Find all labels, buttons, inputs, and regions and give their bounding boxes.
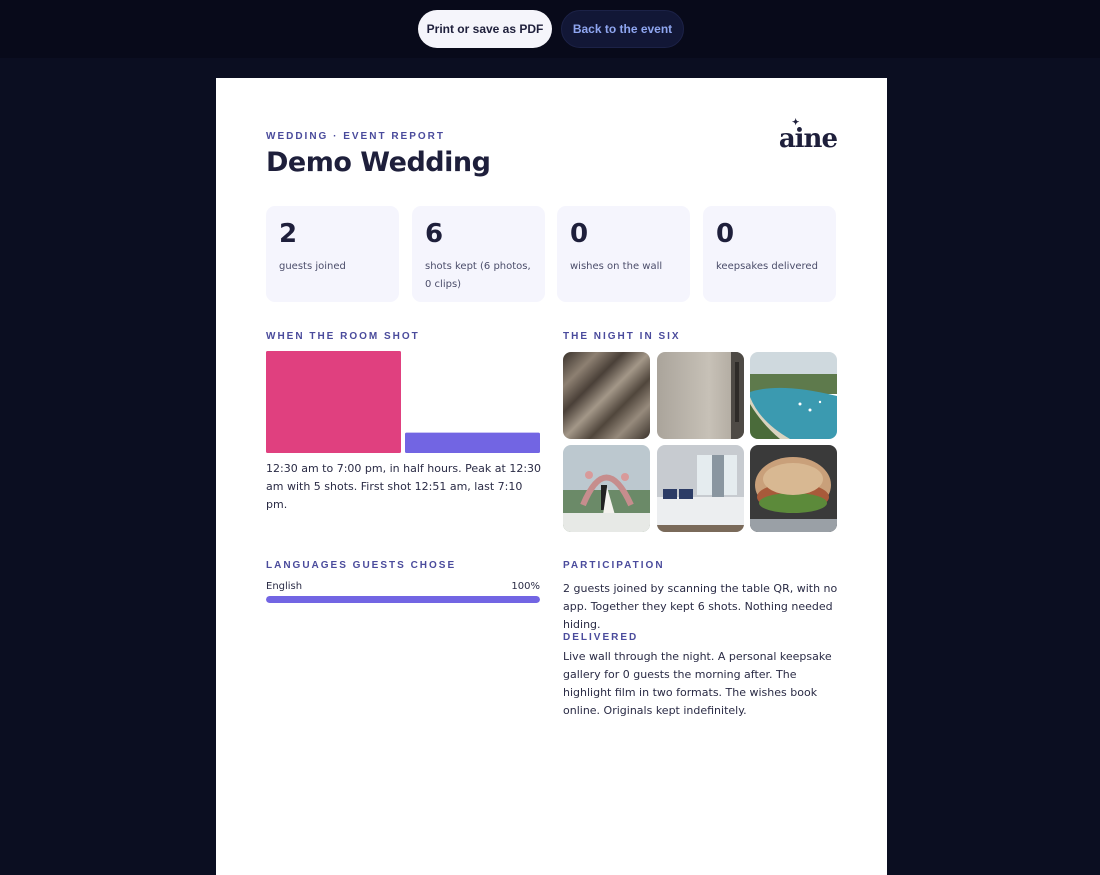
brand-logo: ✦ aine xyxy=(778,118,838,154)
languages-heading: LANGUAGES GUESTS CHOSE xyxy=(266,560,457,571)
wall-photo[interactable] xyxy=(657,352,744,439)
language-name: English xyxy=(266,581,303,592)
participation-text: 2 guests joined by scanning the table QR… xyxy=(563,582,838,631)
language-percent: 100% xyxy=(511,581,540,592)
report-sheet: WEDDING · EVENT REPORT Demo Wedding ✦ ai… xyxy=(216,78,887,875)
page-title: Demo Wedding xyxy=(266,147,491,178)
stat-value: 0 xyxy=(570,219,589,249)
fabric-photo[interactable] xyxy=(563,352,650,439)
stat-keepsakes: 0 keepsakes delivered xyxy=(703,206,836,302)
stat-label: keepsakes delivered xyxy=(716,261,818,272)
language-progress-fill xyxy=(266,596,540,603)
sandwich-photo[interactable] xyxy=(750,445,837,532)
stat-label: guests joined xyxy=(279,261,346,272)
participation-heading: PARTICIPATION xyxy=(563,560,665,571)
bedroom-photo[interactable] xyxy=(657,445,744,532)
stat-value: 6 xyxy=(425,219,444,249)
stat-value: 2 xyxy=(279,219,298,249)
stat-wishes: 0 wishes on the wall xyxy=(557,206,690,302)
report-kicker: WEDDING · EVENT REPORT xyxy=(266,131,446,142)
stat-guests-joined: 2 guests joined xyxy=(266,206,399,302)
beach-photo[interactable] xyxy=(750,352,837,439)
delivered-heading: DELIVERED xyxy=(563,632,639,643)
stat-value: 0 xyxy=(716,219,735,249)
language-progress-track xyxy=(266,596,540,603)
chart-bar-1 xyxy=(405,432,540,453)
language-row-english: English 100% xyxy=(266,581,540,592)
chart-bar-0 xyxy=(266,351,401,453)
stat-label: shots kept (6 photos, 0 clips) xyxy=(425,261,531,290)
top-toolbar: Print or save as PDF Back to the event xyxy=(0,0,1100,58)
stat-label: wishes on the wall xyxy=(570,261,663,272)
night-in-six-heading: THE NIGHT IN SIX xyxy=(563,331,681,342)
back-to-event-button[interactable]: Back to the event xyxy=(561,10,684,48)
room-shot-summary: 12:30 am to 7:00 pm, in half hours. Peak… xyxy=(266,462,542,511)
room-shot-chart xyxy=(266,351,540,453)
room-shot-heading: WHEN THE ROOM SHOT xyxy=(266,331,420,342)
logo-text: aine xyxy=(778,124,838,154)
wedding-arch-photo[interactable] xyxy=(563,445,650,532)
delivered-text: Live wall through the night. A personal … xyxy=(563,650,832,717)
stat-shots-kept: 6 shots kept (6 photos, 0 clips) xyxy=(412,206,545,302)
print-pdf-button[interactable]: Print or save as PDF xyxy=(418,10,552,48)
sparkle-icon: ✦ xyxy=(791,118,799,128)
